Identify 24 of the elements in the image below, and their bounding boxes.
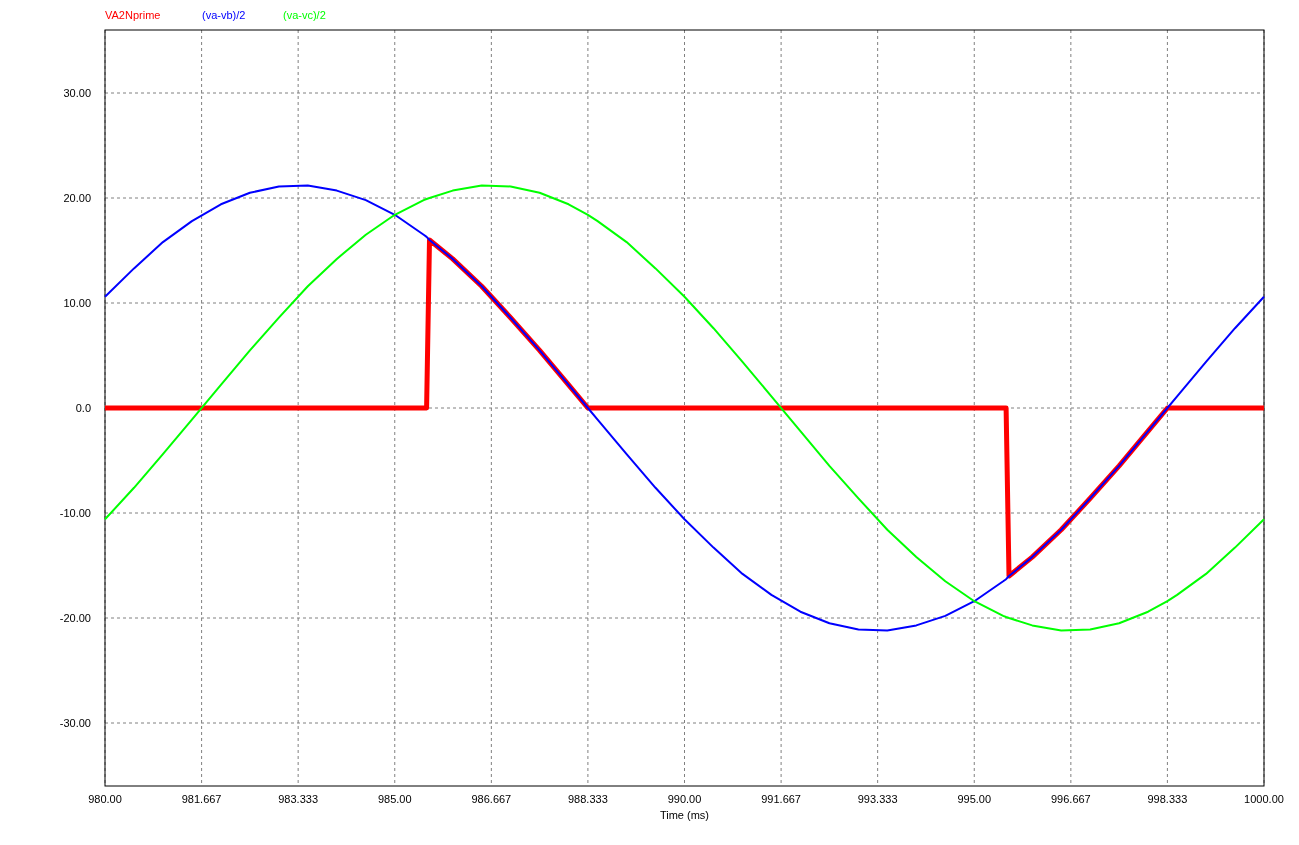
axis-tick-label: 1000.00: [1244, 793, 1284, 805]
axis-tick-label: 998.333: [1147, 793, 1188, 805]
axis-tick-label: 996.667: [1050, 793, 1091, 805]
axis-tick-label: 988.333: [568, 793, 608, 805]
legend-label: VA2Nprime: [105, 9, 161, 21]
axis-tick-label: 990.00: [667, 793, 702, 805]
axis-tick-label: 980.00: [88, 793, 122, 805]
axis-tick-label: 986.667: [471, 793, 512, 805]
axis-tick-label: -10.00: [59, 507, 91, 519]
axis-tick-label: 10.00: [63, 297, 91, 309]
legend-label: (va-vb)/2: [202, 9, 246, 21]
axis-tick-label: -20.00: [59, 612, 91, 624]
legend-label: (va-vc)/2: [283, 9, 326, 21]
axis-tick-label: 985.00: [377, 793, 412, 805]
axis-tick-label: 20.00: [63, 192, 91, 204]
axis-tick-label: 30.00: [63, 87, 91, 99]
axis-tick-label: 995.00: [957, 793, 992, 805]
axis-tick-label: 0.0: [75, 402, 91, 414]
axis-tick-label: -30.00: [59, 717, 91, 729]
axis-tick-label: 991.667: [761, 793, 801, 805]
axis-tick-label: 981.667: [181, 793, 222, 805]
axis-tick-label: 993.333: [857, 793, 898, 805]
axis-title: Time (ms): [659, 809, 710, 821]
axis-tick-label: 983.333: [278, 793, 319, 805]
